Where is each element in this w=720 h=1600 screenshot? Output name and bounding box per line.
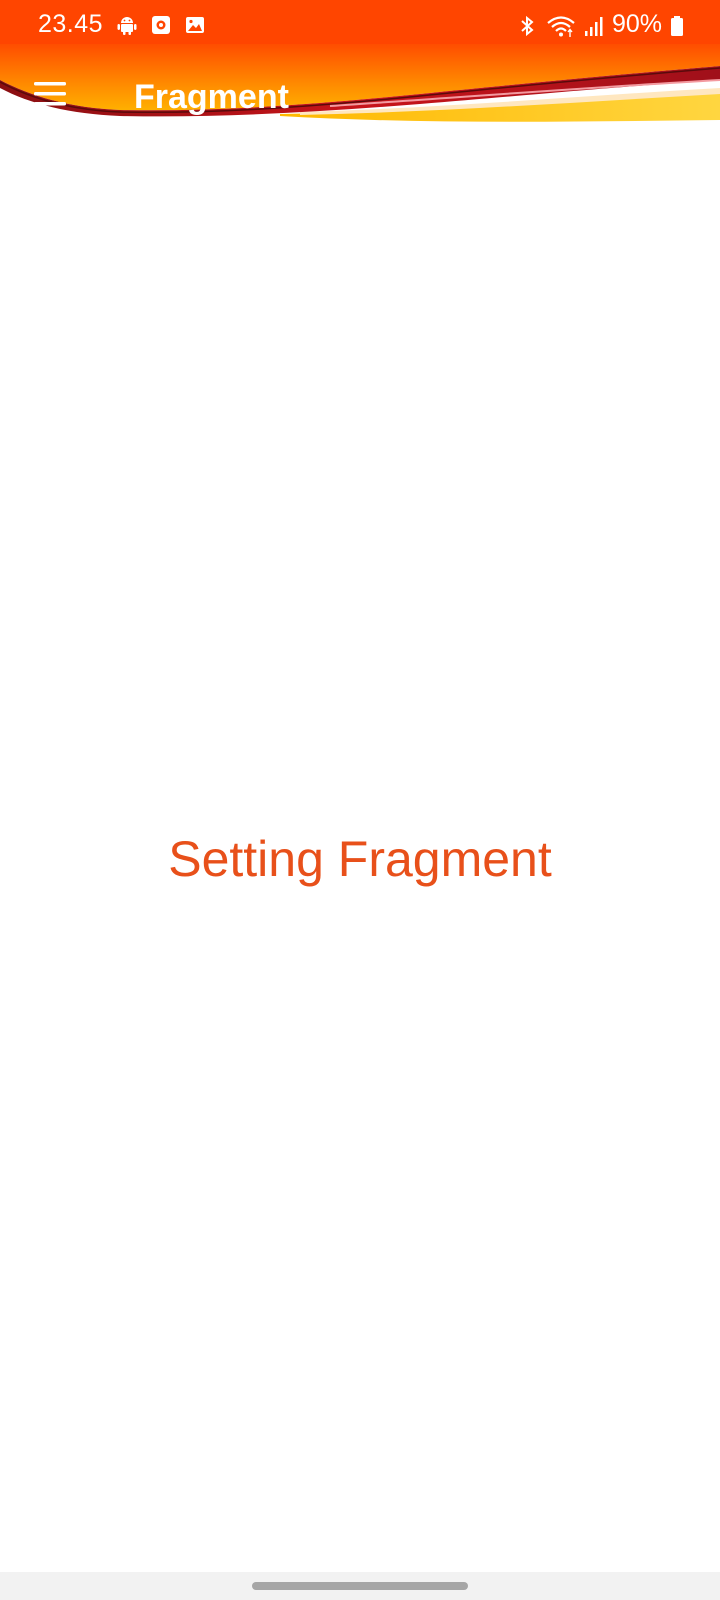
status-right-icons: 90% <box>516 10 684 39</box>
android-icon <box>116 14 138 36</box>
battery-icon <box>670 14 684 36</box>
screen: 23.45 90% Fragment Setting Fragment <box>0 0 720 1600</box>
signal-icon <box>584 14 604 36</box>
battery-percent: 90% <box>611 10 662 38</box>
status-bar: 23.45 90% <box>0 0 720 50</box>
toolbar-wave-background <box>0 44 720 122</box>
bluetooth-icon <box>516 14 538 36</box>
menu-button[interactable] <box>30 80 70 110</box>
status-time: 23.45 <box>38 10 104 38</box>
wifi-icon <box>546 14 576 37</box>
fragment-message: Setting Fragment <box>168 831 552 887</box>
navigation-bar <box>0 1572 720 1600</box>
hamburger-menu-icon <box>34 82 66 106</box>
toolbar-title: Fragment <box>134 78 289 116</box>
home-gesture-handle[interactable] <box>252 1582 468 1590</box>
gallery-icon <box>184 14 206 36</box>
record-icon <box>150 14 172 36</box>
toolbar: Fragment <box>0 44 720 124</box>
status-left-icons <box>116 14 206 36</box>
